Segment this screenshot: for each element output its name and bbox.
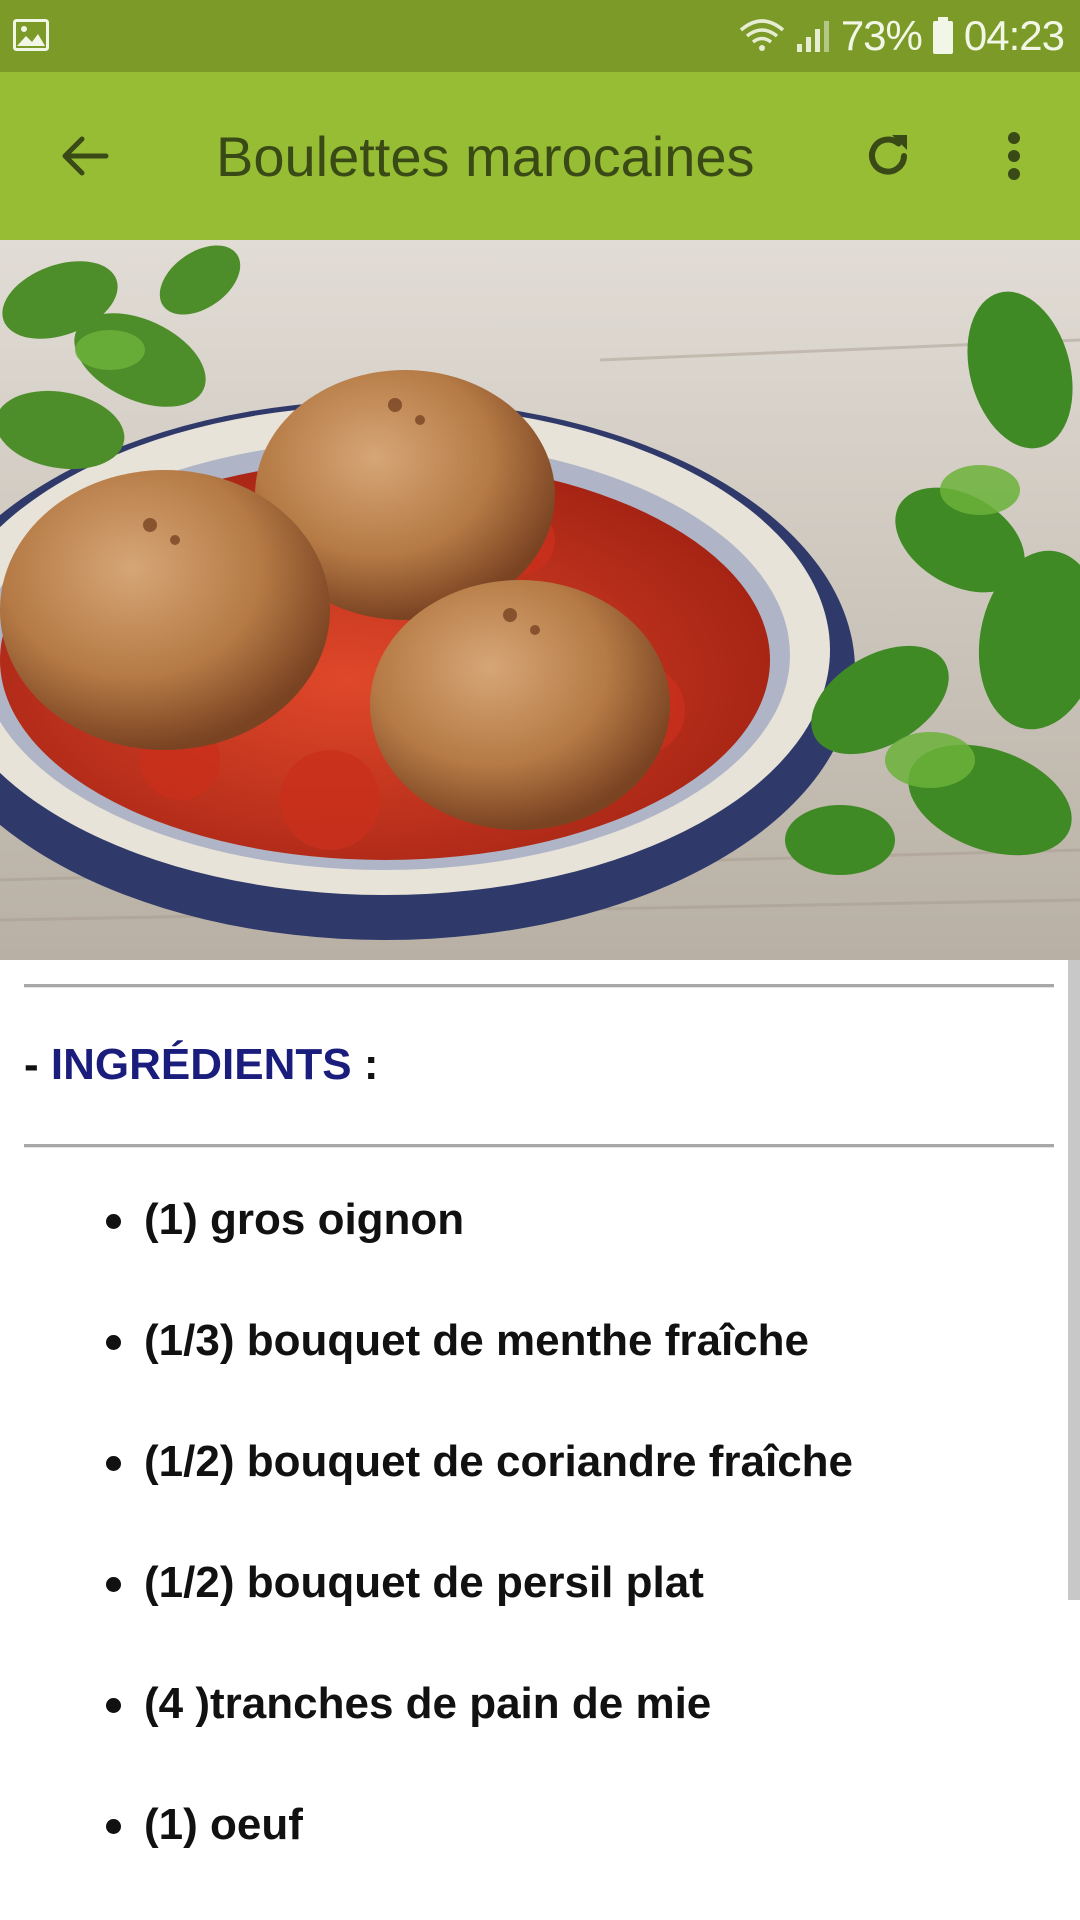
status-right: 73% 04:23 — [739, 0, 1065, 72]
wifi-icon — [739, 19, 784, 51]
list-item: (1) oeuf — [0, 1795, 853, 1916]
signal-icon — [796, 21, 829, 52]
battery-icon — [932, 17, 953, 54]
scrollbar[interactable] — [1068, 960, 1080, 1600]
divider-top — [24, 984, 1054, 987]
battery-percent: 73% — [840, 12, 923, 59]
list-item: (1/2) bouquet de coriandre fraîche — [0, 1432, 853, 1553]
gallery-icon — [13, 19, 49, 51]
app-bar: Boulettes marocaines — [0, 72, 1080, 240]
divider-bottom — [24, 1144, 1054, 1147]
list-item: (1/3) bouquet de menthe fraîche — [0, 1311, 853, 1432]
list-item: (1/2) bouquet de persil plat — [0, 1553, 853, 1674]
list-item: (4 )tranches de pain de mie — [0, 1674, 853, 1795]
heading-label: INGRÉDIENTS — [50, 1040, 352, 1089]
back-arrow-icon — [62, 136, 109, 176]
heading-prefix: - — [24, 1040, 51, 1089]
heading-suffix: : — [351, 1040, 379, 1089]
ingredients-heading: - INGRÉDIENTS : — [24, 1040, 378, 1090]
page-title: Boulettes marocaines — [216, 125, 755, 188]
recipe-photo — [0, 240, 1080, 960]
clock: 04:23 — [963, 12, 1065, 59]
back-button[interactable] — [44, 116, 124, 196]
refresh-icon — [869, 135, 907, 175]
more-vert-icon — [1008, 132, 1020, 180]
list-item: (1) gros oignon — [0, 1190, 853, 1311]
refresh-button[interactable] — [848, 116, 928, 196]
status-bar: 73% 04:23 — [0, 0, 1080, 72]
more-options-button[interactable] — [974, 116, 1054, 196]
recipe-content: - INGRÉDIENTS : (1) gros oignon (1/3) bo… — [0, 960, 1080, 1920]
ingredients-list: (1) gros oignon (1/3) bouquet de menthe … — [0, 1190, 853, 1916]
